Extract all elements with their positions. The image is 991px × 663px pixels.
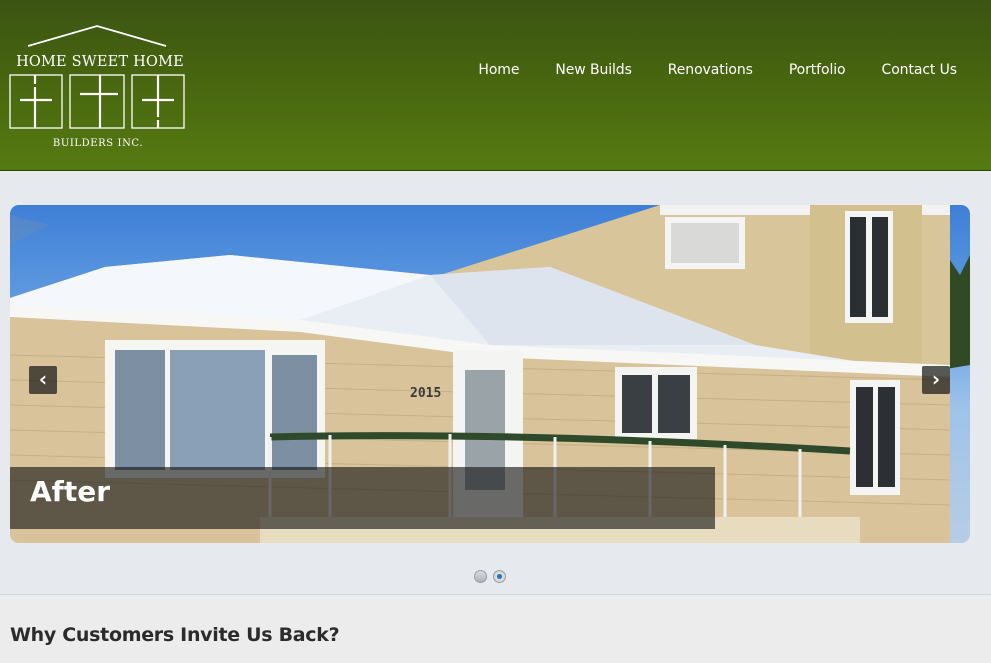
nav-item-new-builds[interactable]: New Builds (555, 62, 632, 78)
roof-icon (27, 25, 167, 47)
logo-subtitle: BUILDERS INC. (52, 138, 144, 149)
site-header: HOME SWEET HOME BUILDERS INC. Home New B… (0, 0, 991, 171)
hsh-monogram-icon (9, 74, 185, 129)
house-number: 2015 (410, 386, 441, 401)
caption-background (10, 467, 715, 529)
nav-item-contact-us[interactable]: Contact Us (882, 62, 958, 78)
section-heading: Why Customers Invite Us Back? (10, 624, 340, 646)
features-section: Why Customers Invite Us Back? (0, 594, 991, 663)
chevron-left-icon[interactable]: ‹ (29, 366, 57, 394)
site-logo[interactable]: HOME SWEET HOME BUILDERS INC. (8, 24, 188, 156)
main-nav: Home New Builds Renovations Portfolio Co… (442, 62, 957, 78)
slider-pagination (474, 570, 512, 583)
slide-caption: After (30, 475, 111, 508)
nav-item-home[interactable]: Home (478, 62, 519, 78)
nav-item-portfolio[interactable]: Portfolio (789, 62, 846, 78)
hero-slider: 2015 After ‹ › (10, 205, 970, 543)
slide-dot-2[interactable] (493, 570, 506, 583)
nav-item-renovations[interactable]: Renovations (668, 62, 753, 78)
chevron-right-icon[interactable]: › (922, 366, 950, 394)
slide-dot-1[interactable] (474, 570, 487, 583)
logo-title: HOME SWEET HOME (16, 54, 184, 70)
